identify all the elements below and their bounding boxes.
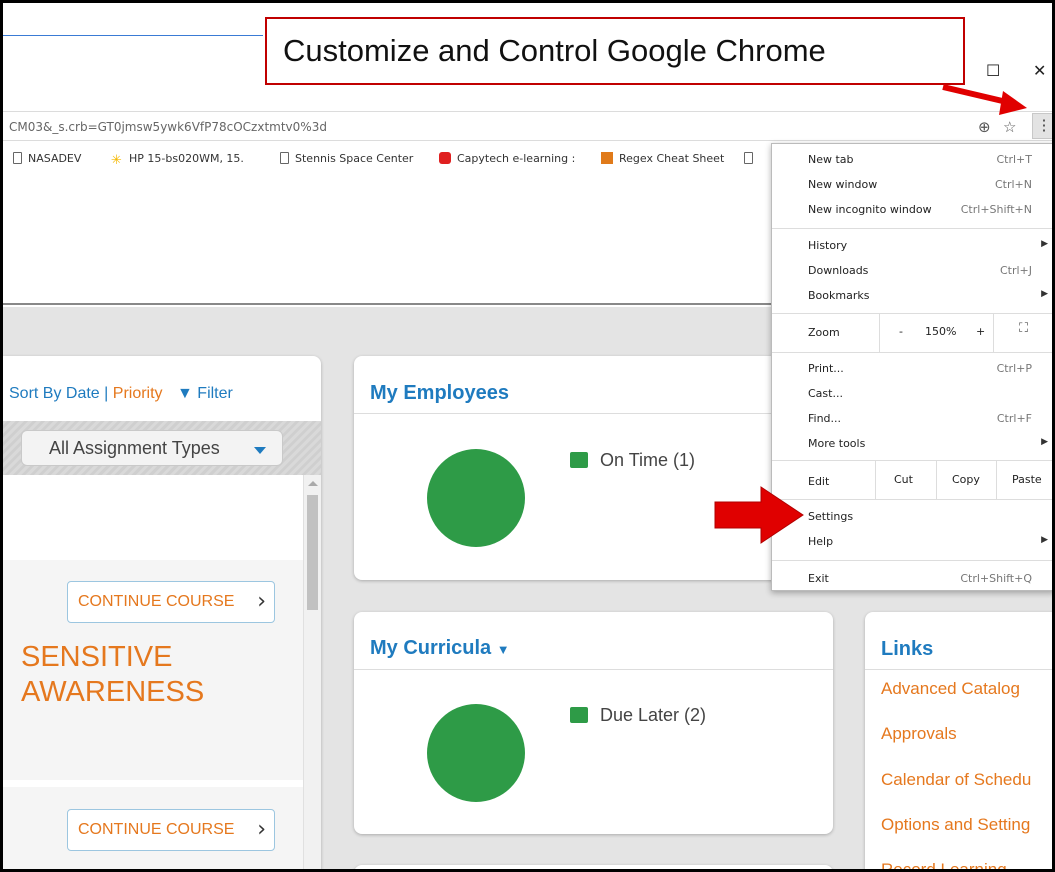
annotation-arrows [714,84,1027,544]
screenshot-frame: ☐ ✕ CM03&_s.crb=GT0jmsw5ywk6VfP78cOCzxtm… [0,0,1055,872]
callout-arrow-icon [942,84,1027,115]
settings-arrow-icon [714,486,804,544]
